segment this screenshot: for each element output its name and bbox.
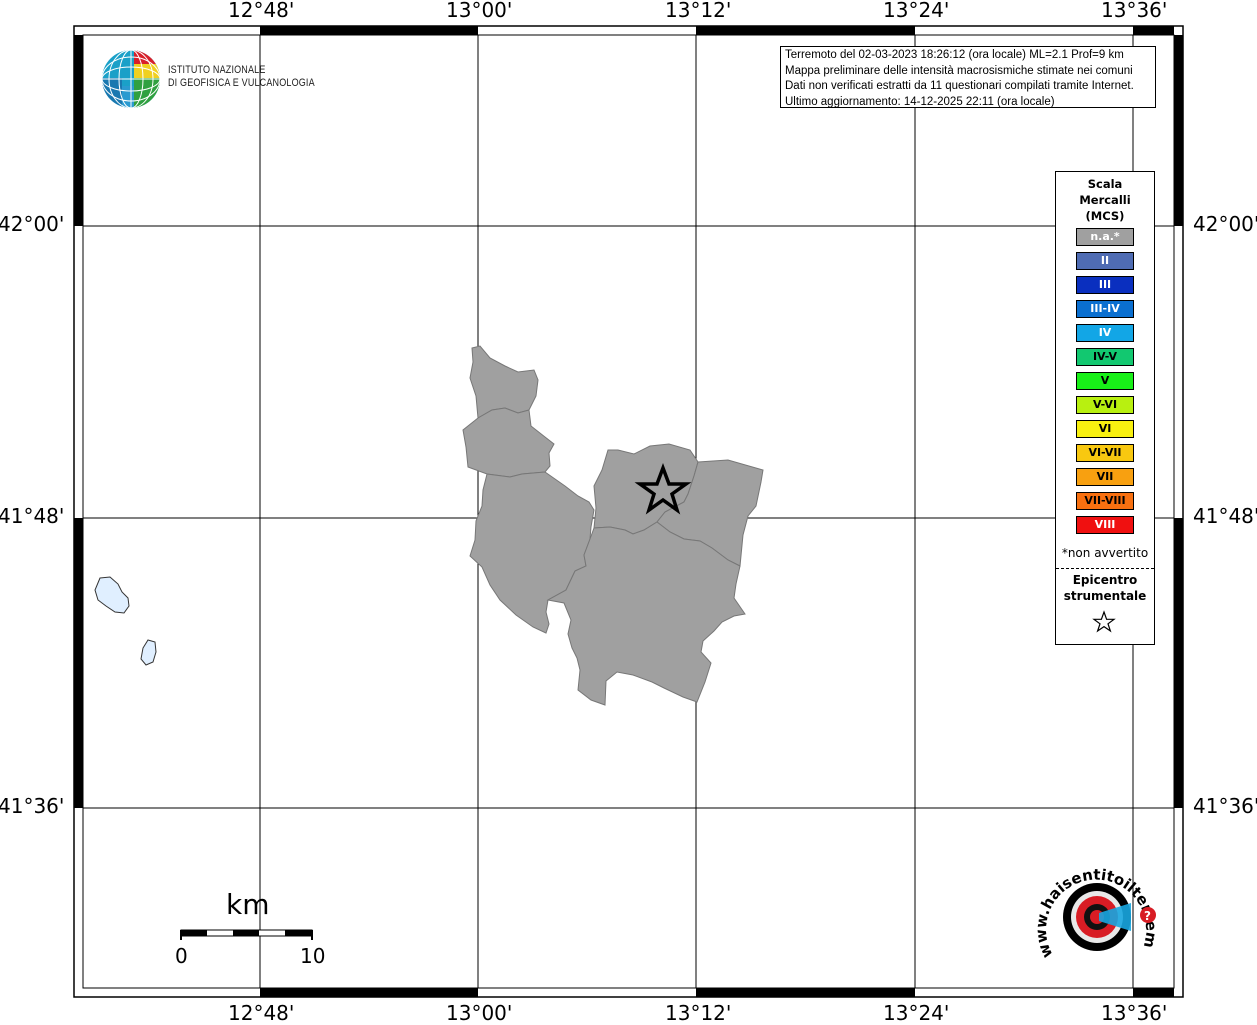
lat-label-left-2: 41°48' (0, 504, 65, 528)
legend-star-icon (1092, 610, 1116, 633)
lat-label-left-1: 42°00' (0, 212, 65, 236)
lon-label-bottom-1: 12°48' (228, 1001, 295, 1025)
legend-swatch: VIII (1076, 516, 1134, 534)
legend-swatch: n.a.* (1076, 228, 1134, 246)
legend-swatch: III (1076, 276, 1134, 294)
lon-label-bottom-5: 13°36' (1101, 1001, 1168, 1025)
hsit-badge: ? (1144, 909, 1151, 923)
legend-swatch: VI (1076, 420, 1134, 438)
legend-epicenter-line-1: Epicentro (1072, 573, 1138, 587)
lon-label-top-3: 13°12' (665, 0, 732, 22)
lat-label-right-1: 42°00' (1193, 212, 1257, 236)
ingv-globe-icon (102, 50, 160, 108)
legend-epicenter-label: Epicentro strumentale (1056, 572, 1154, 604)
lon-label-top-4: 13°24' (883, 0, 950, 22)
scale-unit: km (226, 888, 270, 921)
legend-note: *non avvertito (1061, 546, 1149, 560)
mcs-legend: Scala Mercalli (MCS) n.a.* II III III-IV IV I… (1055, 171, 1155, 645)
legend-title: Scala Mercalli (MCS) (1056, 176, 1154, 224)
ingv-logo-text: ISTITUTO NAZIONALE DI GEOFISICA E VULCAN… (168, 64, 315, 90)
scale-end: 10 (300, 944, 326, 968)
lat-label-right-3: 41°36' (1193, 794, 1257, 818)
legend-title-line-3: (MCS) (1085, 209, 1125, 223)
lon-label-top-1: 12°48' (228, 0, 295, 22)
legend-epicenter-line-2: strumentale (1063, 589, 1147, 603)
legend-title-line-2: Mercalli (1079, 193, 1131, 207)
lon-label-top-2: 13°00' (446, 0, 513, 22)
legend-separator (1056, 568, 1154, 569)
lat-label-left-3: 41°36' (0, 794, 65, 818)
event-info-line-1: Terremoto del 02-03-2023 18:26:12 (ora l… (785, 49, 1124, 61)
ingv-line-2: DI GEOFISICA E VULCANOLOGIA (168, 77, 315, 89)
event-info-line-2: Mappa preliminare delle intensità macros… (785, 64, 1133, 77)
legend-swatch: VII-VIII (1076, 492, 1134, 510)
lon-label-top-5: 13°36' (1101, 0, 1168, 22)
event-info-line-4: Ultimo aggiornamento: 14-12-2025 22:11 (… (785, 95, 1055, 108)
legend-swatch: III-IV (1076, 300, 1134, 318)
ingv-line-1: ISTITUTO NAZIONALE (168, 64, 266, 76)
hsit-logo-icon: www.haisentitoilterremoto.it ? (1035, 855, 1160, 961)
scale-start: 0 (175, 944, 188, 968)
legend-swatch: V (1076, 372, 1134, 390)
legend-swatch: II (1076, 252, 1134, 270)
lon-label-bottom-3: 13°12' (665, 1001, 732, 1025)
lon-label-bottom-4: 13°24' (883, 1001, 950, 1025)
legend-swatch: IV (1076, 324, 1134, 342)
event-info-box: Terremoto del 02-03-2023 18:26:12 (ora l… (780, 46, 1156, 108)
lat-label-right-2: 41°48' (1193, 504, 1257, 528)
legend-swatch: VI-VII (1076, 444, 1134, 462)
legend-title-line-1: Scala (1087, 177, 1123, 191)
legend-swatch: VII (1076, 468, 1134, 486)
legend-swatch: IV-V (1076, 348, 1134, 366)
lon-label-bottom-2: 13°00' (446, 1001, 513, 1025)
event-info-line-3: Dati non verificati estratti da 11 quest… (785, 80, 1134, 92)
legend-swatch: V-VI (1076, 396, 1134, 414)
